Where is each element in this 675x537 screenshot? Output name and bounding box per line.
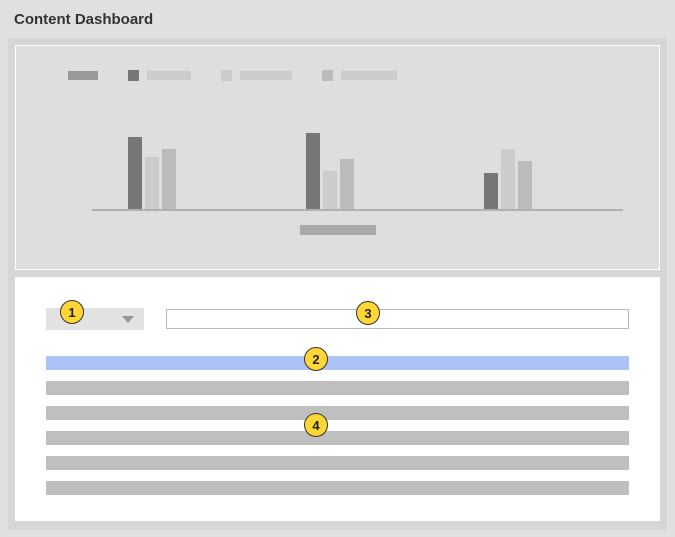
controls-row xyxy=(46,308,629,330)
search-input[interactable] xyxy=(166,309,629,329)
chart-bar xyxy=(145,157,159,209)
legend-label-a xyxy=(147,71,191,80)
list-item[interactable] xyxy=(46,381,629,395)
bar-group-3 xyxy=(484,149,532,209)
page-title: Content Dashboard xyxy=(0,0,675,38)
legend-swatch-icon xyxy=(128,70,139,81)
list-item[interactable] xyxy=(46,356,629,370)
legend-item-a xyxy=(128,70,191,81)
legend-label-b xyxy=(240,71,292,80)
chart-bar xyxy=(484,173,498,209)
list-item[interactable] xyxy=(46,431,629,445)
bar-chart xyxy=(52,111,623,211)
chart-caption-text xyxy=(300,225,376,235)
chart-panel xyxy=(15,45,660,270)
dashboard-frame: 1 2 3 4 xyxy=(8,38,667,530)
legend-item-b xyxy=(221,70,292,81)
chart-bar xyxy=(518,161,532,209)
list-item[interactable] xyxy=(46,456,629,470)
list-item[interactable] xyxy=(46,481,629,495)
chart-bar xyxy=(501,149,515,209)
annotation-marker-1: 1 xyxy=(60,300,84,324)
bar-group-1 xyxy=(128,137,176,209)
list-item[interactable] xyxy=(46,406,629,420)
annotation-marker-3: 3 xyxy=(356,301,380,325)
content-panel: 1 2 3 4 xyxy=(15,277,660,521)
chart-bar xyxy=(306,133,320,209)
annotation-marker-4: 4 xyxy=(304,413,328,437)
legend-swatch-icon xyxy=(322,70,333,81)
legend-swatch-icon xyxy=(221,70,232,81)
chevron-down-icon xyxy=(122,316,134,323)
chart-caption xyxy=(52,225,623,235)
chart-bar xyxy=(340,159,354,209)
annotation-marker-2: 2 xyxy=(304,347,328,371)
legend-label-c xyxy=(341,71,397,80)
legend-label-main xyxy=(68,71,98,80)
chart-bar xyxy=(128,137,142,209)
data-list xyxy=(46,356,629,495)
chart-legend xyxy=(52,70,623,81)
chart-axis xyxy=(92,209,623,211)
chart-bar xyxy=(162,149,176,209)
chart-bar xyxy=(323,171,337,209)
bar-group-2 xyxy=(306,133,354,209)
legend-item-c xyxy=(322,70,397,81)
legend-item-main xyxy=(68,71,98,80)
